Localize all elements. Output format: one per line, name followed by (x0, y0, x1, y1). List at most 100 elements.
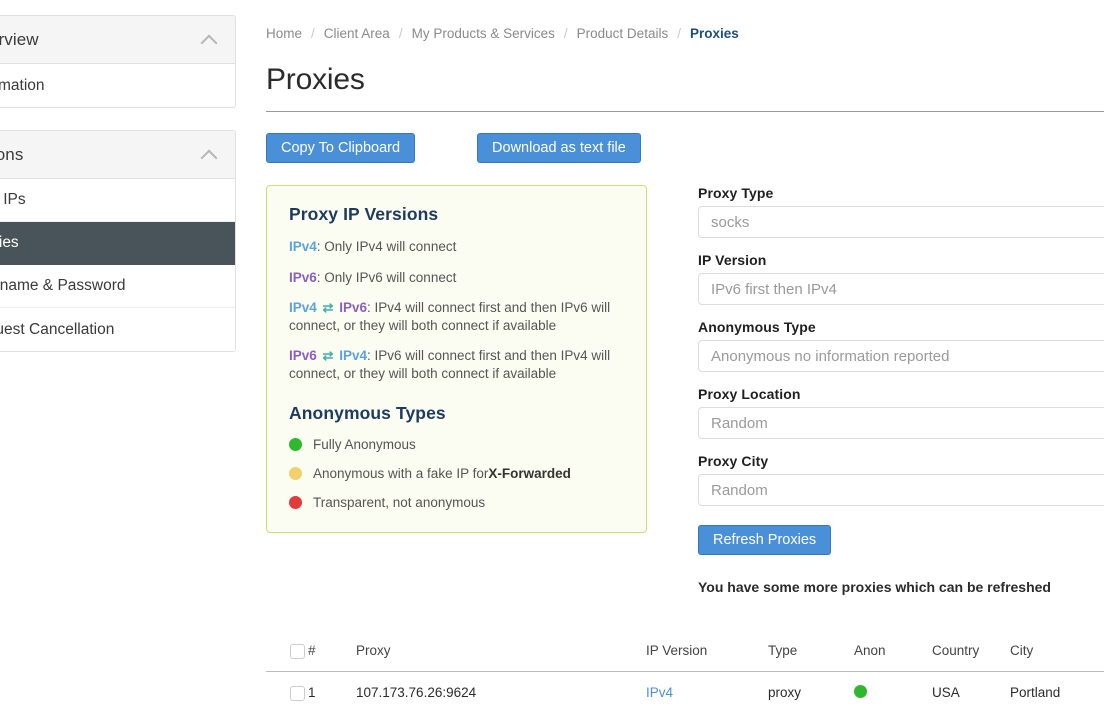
row-ip-version: IPv4 (646, 671, 768, 706)
anon-type-row: Anonymous with a fake IP for X-Forwarded (289, 466, 626, 481)
sidebar-item-label: Proxies (0, 234, 19, 252)
breadcrumb-item-product-details[interactable]: Product Details (577, 26, 669, 41)
proxy-city-select[interactable]: Random (698, 474, 1104, 506)
sidebar-item-information[interactable]: Information (0, 64, 235, 107)
breadcrumb: Home / Client Area / My Products & Servi… (266, 0, 1104, 41)
column-header-country[interactable]: Country (932, 635, 1010, 671)
sidebar-item-label: Request Cancellation (0, 321, 114, 339)
sidebar-section-actions: Actions Auth IPs Proxies Username & Pass… (0, 130, 236, 352)
proxy-location-value: Random (711, 415, 768, 432)
breadcrumb-separator: / (311, 26, 315, 41)
sidebar-section-overview-header[interactable]: Overview (0, 16, 235, 64)
row-select-cell (266, 671, 308, 706)
row-country: USA (932, 671, 1010, 706)
status-dot-yellow-icon (289, 467, 302, 480)
ip-version-select[interactable]: IPv6 first then IPv4 (698, 273, 1104, 305)
row-checkbox[interactable] (290, 686, 305, 701)
breadcrumb-item-home[interactable]: Home (266, 26, 302, 41)
sidebar-actions-list: Auth IPs Proxies Username & Password Req… (0, 179, 235, 351)
status-dot-green-icon (289, 438, 302, 451)
anon-type-label: Anonymous with a fake IP for (313, 466, 488, 481)
swap-arrows-icon: ⇄ (323, 299, 334, 317)
copy-to-clipboard-button[interactable]: Copy To Clipboard (266, 133, 415, 163)
proxy-location-select[interactable]: Random (698, 407, 1104, 439)
proxy-type-select[interactable]: socks (698, 206, 1104, 238)
status-dot-green-icon (854, 685, 867, 698)
breadcrumb-item-my-products-services[interactable]: My Products & Services (412, 26, 555, 41)
column-header-city[interactable]: City (1010, 635, 1104, 671)
column-spacer (647, 185, 698, 595)
breadcrumb-separator: / (399, 26, 403, 41)
table-row[interactable]: 1 107.173.76.26:9624 IPv4 proxy USA Port… (266, 671, 1104, 706)
row-type: proxy (768, 671, 854, 706)
ipv4-tag: IPv4 (339, 348, 367, 363)
column-header-select (266, 635, 308, 671)
proxies-table-head: # Proxy IP Version Type Anon Country Cit… (266, 635, 1104, 671)
field-group-anonymous-type: Anonymous Type Anonymous no information … (698, 319, 1104, 372)
ipv6-tag: IPv6 (289, 270, 317, 285)
field-group-proxy-city: Proxy City Random (698, 453, 1104, 506)
title-divider (266, 111, 1104, 112)
sidebar-item-label: Username & Password (0, 277, 126, 295)
chevron-up-icon[interactable] (201, 34, 219, 46)
select-all-checkbox[interactable] (290, 644, 305, 659)
table-header-row: # Proxy IP Version Type Anon Country Cit… (266, 635, 1104, 671)
column-header-anon[interactable]: Anon (854, 635, 932, 671)
sidebar-section-overview-title: Overview (0, 30, 201, 50)
ip-version-link[interactable]: IPv4 (646, 685, 673, 700)
anon-type-label: Transparent, not anonymous (313, 495, 485, 510)
sidebar-section-actions-title: Actions (0, 145, 201, 165)
chevron-up-icon[interactable] (201, 149, 219, 161)
sidebar-item-label: Information (0, 77, 45, 95)
ip-version-text: : Only IPv6 will connect (317, 270, 457, 285)
proxies-table-body: 1 107.173.76.26:9624 IPv4 proxy USA Port… (266, 671, 1104, 706)
row-number: 1 (308, 671, 356, 706)
sidebar-item-auth-ips[interactable]: Auth IPs (0, 179, 235, 222)
ip-version-label: IP Version (698, 252, 1104, 268)
row-proxy: 107.173.76.26:9624 (356, 671, 646, 706)
sidebar-item-request-cancellation[interactable]: Request Cancellation (0, 308, 235, 351)
sidebar-item-username-password[interactable]: Username & Password (0, 265, 235, 308)
field-group-proxy-location: Proxy Location Random (698, 386, 1104, 439)
ipv6-tag: IPv6 (289, 348, 317, 363)
proxy-info-box: Proxy IP Versions IPv4 : Only IPv4 will c… (266, 185, 647, 533)
download-as-text-file-button[interactable]: Download as text file (477, 133, 641, 163)
anon-type-emphasis: X-Forwarded (488, 466, 571, 481)
sidebar-section-overview: Overview Information (0, 15, 236, 108)
anonymous-type-select[interactable]: Anonymous no information reported (698, 340, 1104, 372)
proxies-table: # Proxy IP Version Type Anon Country Cit… (266, 635, 1104, 706)
ip-version-line: IPv6 ⇄ IPv4: IPv6 will connect first and… (289, 347, 626, 382)
row-city: Portland (1010, 671, 1104, 706)
column-header-proxy[interactable]: Proxy (356, 635, 646, 671)
column-header-ip-version[interactable]: IP Version (646, 635, 768, 671)
sidebar-item-proxies[interactable]: Proxies (0, 222, 235, 265)
proxy-ip-versions-heading: Proxy IP Versions (289, 204, 626, 225)
page-title: Proxies (266, 63, 1104, 97)
sidebar-section-actions-header[interactable]: Actions (0, 131, 235, 179)
column-header-type[interactable]: Type (768, 635, 854, 671)
content-split: Proxy IP Versions IPv4 : Only IPv4 will c… (266, 185, 1104, 595)
proxy-city-label: Proxy City (698, 453, 1104, 469)
anon-type-row: Fully Anonymous (289, 437, 626, 452)
refresh-row: Refresh Proxies (698, 525, 1104, 555)
anonymous-type-label: Anonymous Type (698, 319, 1104, 335)
proxy-type-value: socks (711, 214, 749, 231)
ip-version-text: : IPv6 will connect first and then IPv4 … (289, 348, 610, 381)
breadcrumb-item-client-area[interactable]: Client Area (324, 26, 390, 41)
main-content: Home / Client Area / My Products & Servi… (266, 0, 1104, 706)
refresh-note: You have some more proxies which can be … (698, 579, 1104, 595)
proxy-location-label: Proxy Location (698, 386, 1104, 402)
refresh-proxies-button[interactable]: Refresh Proxies (698, 525, 831, 555)
action-button-row: Copy To Clipboard Download as text file (266, 133, 1104, 163)
proxy-city-value: Random (711, 482, 768, 499)
column-header-number[interactable]: # (308, 635, 356, 671)
anonymous-types-heading: Anonymous Types (289, 403, 626, 424)
proxy-type-label: Proxy Type (698, 185, 1104, 201)
proxies-page: Overview Information Actions Auth IPs Pr… (0, 0, 1104, 706)
sidebar: Overview Information Actions Auth IPs Pr… (0, 15, 236, 374)
sidebar-overview-list: Information (0, 64, 235, 107)
field-group-proxy-type: Proxy Type socks (698, 185, 1104, 238)
breadcrumb-separator: / (677, 26, 681, 41)
ip-version-text: : Only IPv4 will connect (317, 239, 457, 254)
ip-version-line: IPv6: Only IPv6 will connect (289, 269, 626, 287)
